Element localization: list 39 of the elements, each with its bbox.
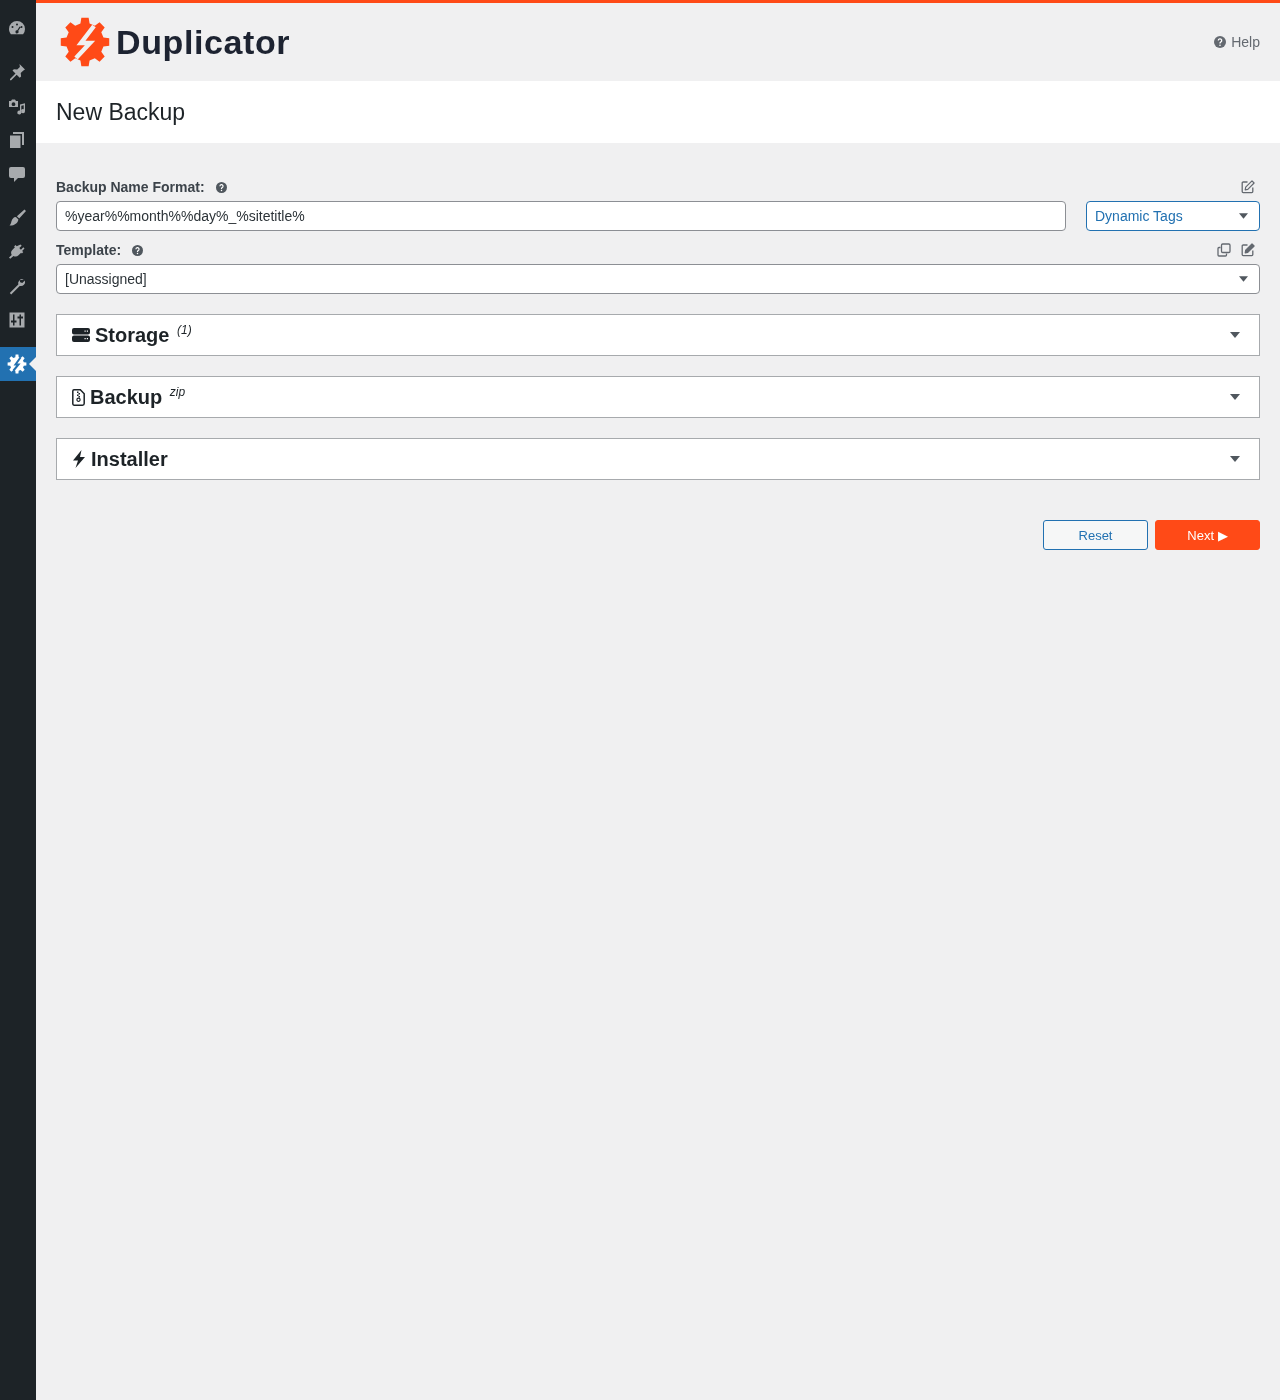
reset-button[interactable]: Reset bbox=[1043, 520, 1148, 550]
copy-icon[interactable] bbox=[1217, 243, 1231, 257]
comment-icon bbox=[7, 164, 27, 184]
sidebar-item[interactable] bbox=[0, 347, 36, 381]
wrench-icon bbox=[7, 276, 27, 296]
caret-icon bbox=[1230, 332, 1240, 338]
zip-file-icon bbox=[72, 388, 85, 406]
collapsible-panel[interactable]: Storage $^{(1)}$ bbox=[56, 314, 1260, 356]
caret-icon bbox=[1230, 456, 1240, 462]
server-icon bbox=[72, 328, 90, 342]
dynamic-tags-dropdown[interactable]: Dynamic Tags bbox=[1086, 201, 1260, 231]
collapsible-panel[interactable]: Installer bbox=[56, 438, 1260, 480]
help-icon[interactable] bbox=[132, 244, 144, 256]
caret-icon bbox=[1239, 213, 1248, 219]
plug-icon bbox=[7, 242, 27, 262]
input-field[interactable]: %year%%month%%day%_%sitetitle% bbox=[56, 201, 1066, 231]
sliders-icon bbox=[7, 310, 27, 330]
field-label: Backup Name Format: bbox=[56, 179, 205, 195]
page-title: New Backup bbox=[56, 98, 186, 126]
caret-icon bbox=[1239, 276, 1248, 282]
field-label: Template: bbox=[56, 242, 122, 258]
logo-wordmark: Duplicator bbox=[116, 25, 291, 59]
gear-logo-icon bbox=[7, 354, 27, 374]
template-select[interactable]: [Unassigned] bbox=[56, 264, 1260, 294]
caret-icon bbox=[1230, 394, 1240, 400]
gear-logo-icon bbox=[60, 17, 110, 67]
help-icon[interactable] bbox=[215, 181, 227, 193]
help-icon bbox=[1214, 36, 1227, 48]
pages-icon bbox=[7, 130, 27, 150]
panel-title: Backup $^{zip}$ bbox=[90, 385, 186, 409]
collapsible-panel[interactable]: Backup $^{zip}$ bbox=[56, 376, 1260, 418]
help-link[interactable]: Help bbox=[1214, 34, 1260, 50]
lightning-icon bbox=[72, 450, 86, 468]
panel-title: Storage $^{(1)}$ bbox=[95, 323, 192, 347]
edit-icon[interactable] bbox=[1241, 180, 1255, 194]
pin-icon bbox=[7, 62, 27, 82]
panel-title: Installer bbox=[91, 447, 168, 471]
edit-icon[interactable] bbox=[1241, 243, 1255, 257]
brush-icon bbox=[7, 208, 27, 228]
